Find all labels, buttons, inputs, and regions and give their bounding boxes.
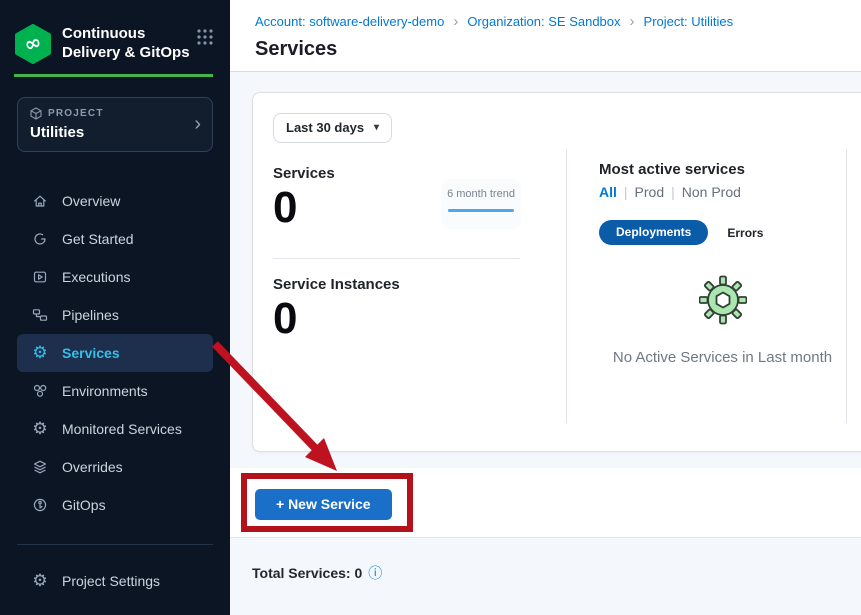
filter-all[interactable]: All bbox=[599, 184, 617, 200]
sidebar-item-overview[interactable]: Overview bbox=[17, 182, 213, 220]
sidebar-item-label: Services bbox=[62, 345, 120, 361]
breadcrumb-separator-icon: › bbox=[453, 14, 458, 29]
module-title: Continuous Delivery & GitOps bbox=[62, 24, 196, 62]
cube-icon bbox=[30, 107, 42, 120]
sidebar-item-gitops[interactable]: GitOps bbox=[17, 486, 213, 524]
time-range-dropdown[interactable]: Last 30 days ▾ bbox=[273, 113, 392, 143]
project-name: Utilities bbox=[30, 124, 200, 141]
chevron-down-icon: ▾ bbox=[374, 122, 379, 133]
metric-value: 0 bbox=[273, 185, 566, 231]
sidebar: ∞ Continuous Delivery & GitOps PROJECT bbox=[0, 0, 230, 615]
module-header: ∞ Continuous Delivery & GitOps bbox=[0, 0, 230, 64]
overrides-layers-icon bbox=[30, 459, 50, 475]
empty-state-message: No Active Services in Last month bbox=[599, 349, 846, 366]
sidebar-divider bbox=[17, 544, 213, 545]
get-started-icon bbox=[30, 231, 50, 247]
toggle-deployments[interactable]: Deployments bbox=[599, 220, 708, 245]
breadcrumb-separator-icon: › bbox=[630, 14, 635, 29]
services-overview-card: Last 30 days ▾ Services 0 6 month trend … bbox=[252, 92, 861, 452]
main-area: Account: software-delivery-demo › Organi… bbox=[230, 0, 861, 615]
pipelines-icon bbox=[30, 307, 50, 323]
sidebar-item-label: Project Settings bbox=[62, 573, 160, 589]
sidebar-nav: Overview Get Started Executions bbox=[0, 182, 230, 524]
most-active-services-column: Most active services All | Prod | Non Pr… bbox=[567, 113, 846, 437]
sidebar-item-label: GitOps bbox=[62, 497, 106, 513]
breadcrumb: Account: software-delivery-demo › Organi… bbox=[255, 14, 861, 29]
module-switcher-grid-icon[interactable] bbox=[196, 28, 214, 46]
services-gear-icon: ⚙ bbox=[30, 345, 50, 362]
sidebar-item-label: Overrides bbox=[62, 459, 123, 475]
project-label: PROJECT bbox=[48, 108, 104, 119]
page-content: Last 30 days ▾ Services 0 6 month trend … bbox=[230, 72, 861, 615]
harness-cd-logo-icon[interactable]: ∞ bbox=[14, 24, 52, 64]
breadcrumb-project-link[interactable]: Project: Utilities bbox=[644, 14, 734, 29]
gitops-icon bbox=[30, 497, 50, 513]
sidebar-item-label: Monitored Services bbox=[62, 421, 182, 437]
breadcrumb-account-link[interactable]: Account: software-delivery-demo bbox=[255, 14, 444, 29]
environments-icon bbox=[30, 383, 50, 399]
metric-label: Services bbox=[273, 165, 566, 182]
project-selector[interactable]: PROJECT Utilities › bbox=[17, 97, 213, 152]
page-title: Services bbox=[255, 38, 861, 61]
metric-value: 0 bbox=[273, 296, 566, 342]
sidebar-item-monitored-services[interactable]: ⚙ Monitored Services bbox=[17, 410, 213, 448]
chevron-right-icon: › bbox=[194, 114, 201, 134]
sidebar-item-label: Executions bbox=[62, 269, 130, 285]
module-accent-bar bbox=[14, 74, 213, 77]
page-header: Account: software-delivery-demo › Organi… bbox=[230, 0, 861, 72]
toggle-errors[interactable]: Errors bbox=[727, 226, 763, 240]
sidebar-item-services[interactable]: ⚙ Services bbox=[17, 334, 213, 372]
service-instances-metric: Service Instances 0 bbox=[273, 276, 566, 342]
sidebar-item-label: Environments bbox=[62, 383, 148, 399]
doodle-gear-icon bbox=[699, 275, 747, 325]
sidebar-item-project-settings[interactable]: ⚙ Project Settings bbox=[17, 562, 213, 600]
executions-icon bbox=[30, 269, 50, 285]
sidebar-item-pipelines[interactable]: Pipelines bbox=[17, 296, 213, 334]
home-icon bbox=[30, 193, 50, 209]
filter-non-prod[interactable]: Non Prod bbox=[682, 184, 741, 200]
total-services-count: Total Services: 0 bbox=[252, 565, 362, 581]
metrics-divider bbox=[273, 258, 520, 259]
metric-label: Service Instances bbox=[273, 276, 566, 293]
breadcrumb-organization-link[interactable]: Organization: SE Sandbox bbox=[467, 14, 620, 29]
metrics-column: Last 30 days ▾ Services 0 6 month trend … bbox=[273, 113, 566, 437]
time-range-value: Last 30 days bbox=[286, 120, 364, 135]
sidebar-item-overrides[interactable]: Overrides bbox=[17, 448, 213, 486]
card-overflow-column bbox=[847, 113, 861, 437]
project-settings-gear-icon: ⚙ bbox=[30, 573, 50, 590]
trend-label: 6 month trend bbox=[441, 188, 521, 200]
env-filter-group: All | Prod | Non Prod bbox=[599, 184, 846, 200]
sidebar-item-label: Overview bbox=[62, 193, 120, 209]
services-toolbar: + New Service bbox=[230, 468, 861, 538]
sparkline-flat-line bbox=[448, 209, 514, 212]
filter-prod[interactable]: Prod bbox=[635, 184, 665, 200]
services-summary-row: Total Services: 0 ⓘ bbox=[230, 538, 861, 583]
sidebar-item-label: Pipelines bbox=[62, 307, 119, 323]
no-active-services-empty-state: No Active Services in Last month bbox=[599, 275, 846, 366]
sidebar-item-executions[interactable]: Executions bbox=[17, 258, 213, 296]
most-active-title: Most active services bbox=[599, 161, 846, 178]
six-month-trend-sparkline[interactable]: 6 month trend bbox=[441, 179, 521, 229]
sidebar-item-environments[interactable]: Environments bbox=[17, 372, 213, 410]
new-service-button[interactable]: + New Service bbox=[255, 489, 392, 520]
services-metric: Services 0 bbox=[273, 165, 566, 231]
filter-separator: | bbox=[671, 184, 675, 200]
filter-separator: | bbox=[624, 184, 628, 200]
sidebar-item-label: Get Started bbox=[62, 231, 134, 247]
monitored-services-gear-icon: ⚙ bbox=[30, 421, 50, 438]
info-icon[interactable]: ⓘ bbox=[368, 563, 382, 583]
sidebar-item-get-started[interactable]: Get Started bbox=[17, 220, 213, 258]
metric-toggle-group: Deployments Errors bbox=[599, 220, 846, 245]
